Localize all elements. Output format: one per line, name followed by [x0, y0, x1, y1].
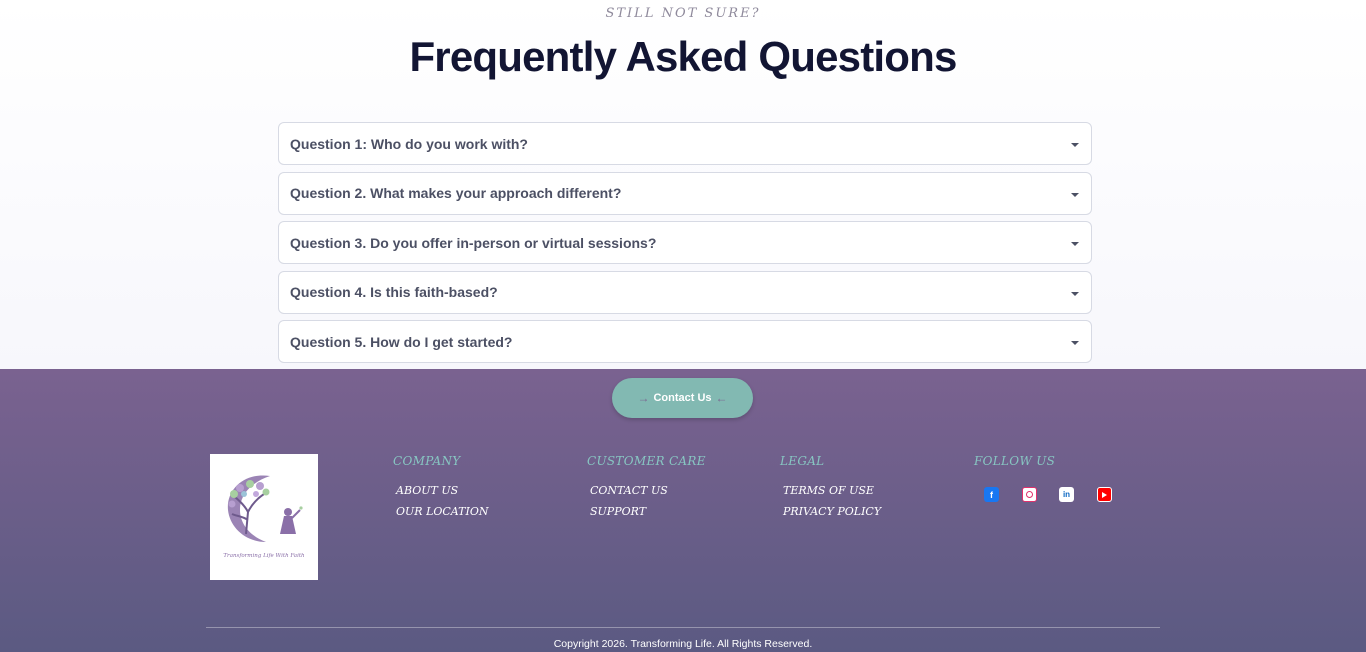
- tree-woman-logo-icon: [227, 475, 303, 542]
- linkedin-icon[interactable]: in: [1059, 487, 1074, 502]
- logo-tagline: Transforming Life With Faith: [223, 553, 305, 559]
- faq-eyebrow: STILL NOT SURE?: [605, 6, 761, 21]
- contact-us-button[interactable]: → Contact Us ←: [612, 378, 753, 418]
- caret-down-icon: [1071, 143, 1079, 147]
- faq-list: Question 1: Who do you work with? Questi…: [278, 122, 1092, 370]
- faq-item-1[interactable]: Question 1: Who do you work with?: [278, 122, 1092, 165]
- faq-title: Frequently Asked Questions: [409, 33, 957, 80]
- contact-us-label: Contact Us: [653, 392, 712, 404]
- faq-question-text: Question 5. How do I get started?: [290, 333, 513, 350]
- faq-question-text: Question 1: Who do you work with?: [290, 135, 528, 152]
- facebook-icon[interactable]: f: [984, 487, 999, 502]
- link-privacy-policy[interactable]: PRIVACY POLICY: [780, 505, 881, 521]
- footer-col-company: COMPANY ABOUT US OUR LOCATION: [393, 454, 488, 521]
- footer-heading-company: COMPANY: [393, 454, 461, 468]
- faq-question-text: Question 3. Do you offer in-person or vi…: [290, 234, 657, 251]
- faq-item-5[interactable]: Question 5. How do I get started?: [278, 320, 1092, 363]
- link-contact-us[interactable]: CONTACT US: [587, 484, 706, 500]
- faq-section: STILL NOT SURE? Frequently Asked Questio…: [0, 0, 1366, 369]
- footer-heading-customer-care: CUSTOMER CARE: [587, 454, 706, 468]
- copyright-text: Copyright 2026. Transforming Life. All R…: [553, 638, 813, 650]
- footer-col-customer-care: CUSTOMER CARE CONTACT US SUPPORT: [587, 454, 706, 521]
- footer-divider: [206, 627, 1160, 628]
- youtube-icon[interactable]: [1096, 487, 1112, 502]
- faq-item-4[interactable]: Question 4. Is this faith-based?: [278, 270, 1092, 314]
- caret-down-icon: [1071, 242, 1079, 246]
- faq-question-text: Question 2. What makes your approach dif…: [290, 185, 622, 201]
- link-support[interactable]: SUPPORT: [587, 505, 706, 521]
- footer-heading-legal: LEGAL: [780, 454, 825, 468]
- social-links: f in: [984, 487, 1134, 502]
- caret-down-icon: [1071, 192, 1079, 197]
- faq-item-3[interactable]: Question 3. Do you offer in-person or vi…: [278, 221, 1092, 264]
- caret-down-icon: [1071, 341, 1079, 345]
- arrow-left-icon: ←: [715, 391, 728, 405]
- faq-item-2[interactable]: Question 2. What makes your approach dif…: [278, 171, 1092, 215]
- caret-down-icon: [1071, 291, 1079, 296]
- footer-logo[interactable]: Transforming Life With Faith: [210, 454, 318, 580]
- footer-col-follow-us: FOLLOW US: [974, 454, 1055, 470]
- site-footer: → Contact Us ← Transforming Life With Fa…: [0, 369, 1366, 652]
- link-our-location[interactable]: OUR LOCATION: [393, 505, 488, 521]
- link-terms-of-use[interactable]: TERMS OF USE: [780, 484, 881, 500]
- link-about-us[interactable]: ABOUT US: [393, 484, 488, 500]
- instagram-icon[interactable]: [1021, 487, 1037, 502]
- footer-heading-follow-us: FOLLOW US: [974, 454, 1056, 468]
- footer-col-legal: LEGAL TERMS OF USE PRIVACY POLICY: [780, 454, 881, 521]
- arrow-right-icon: →: [637, 391, 650, 405]
- faq-question-text: Question 4. Is this faith-based?: [290, 284, 498, 300]
